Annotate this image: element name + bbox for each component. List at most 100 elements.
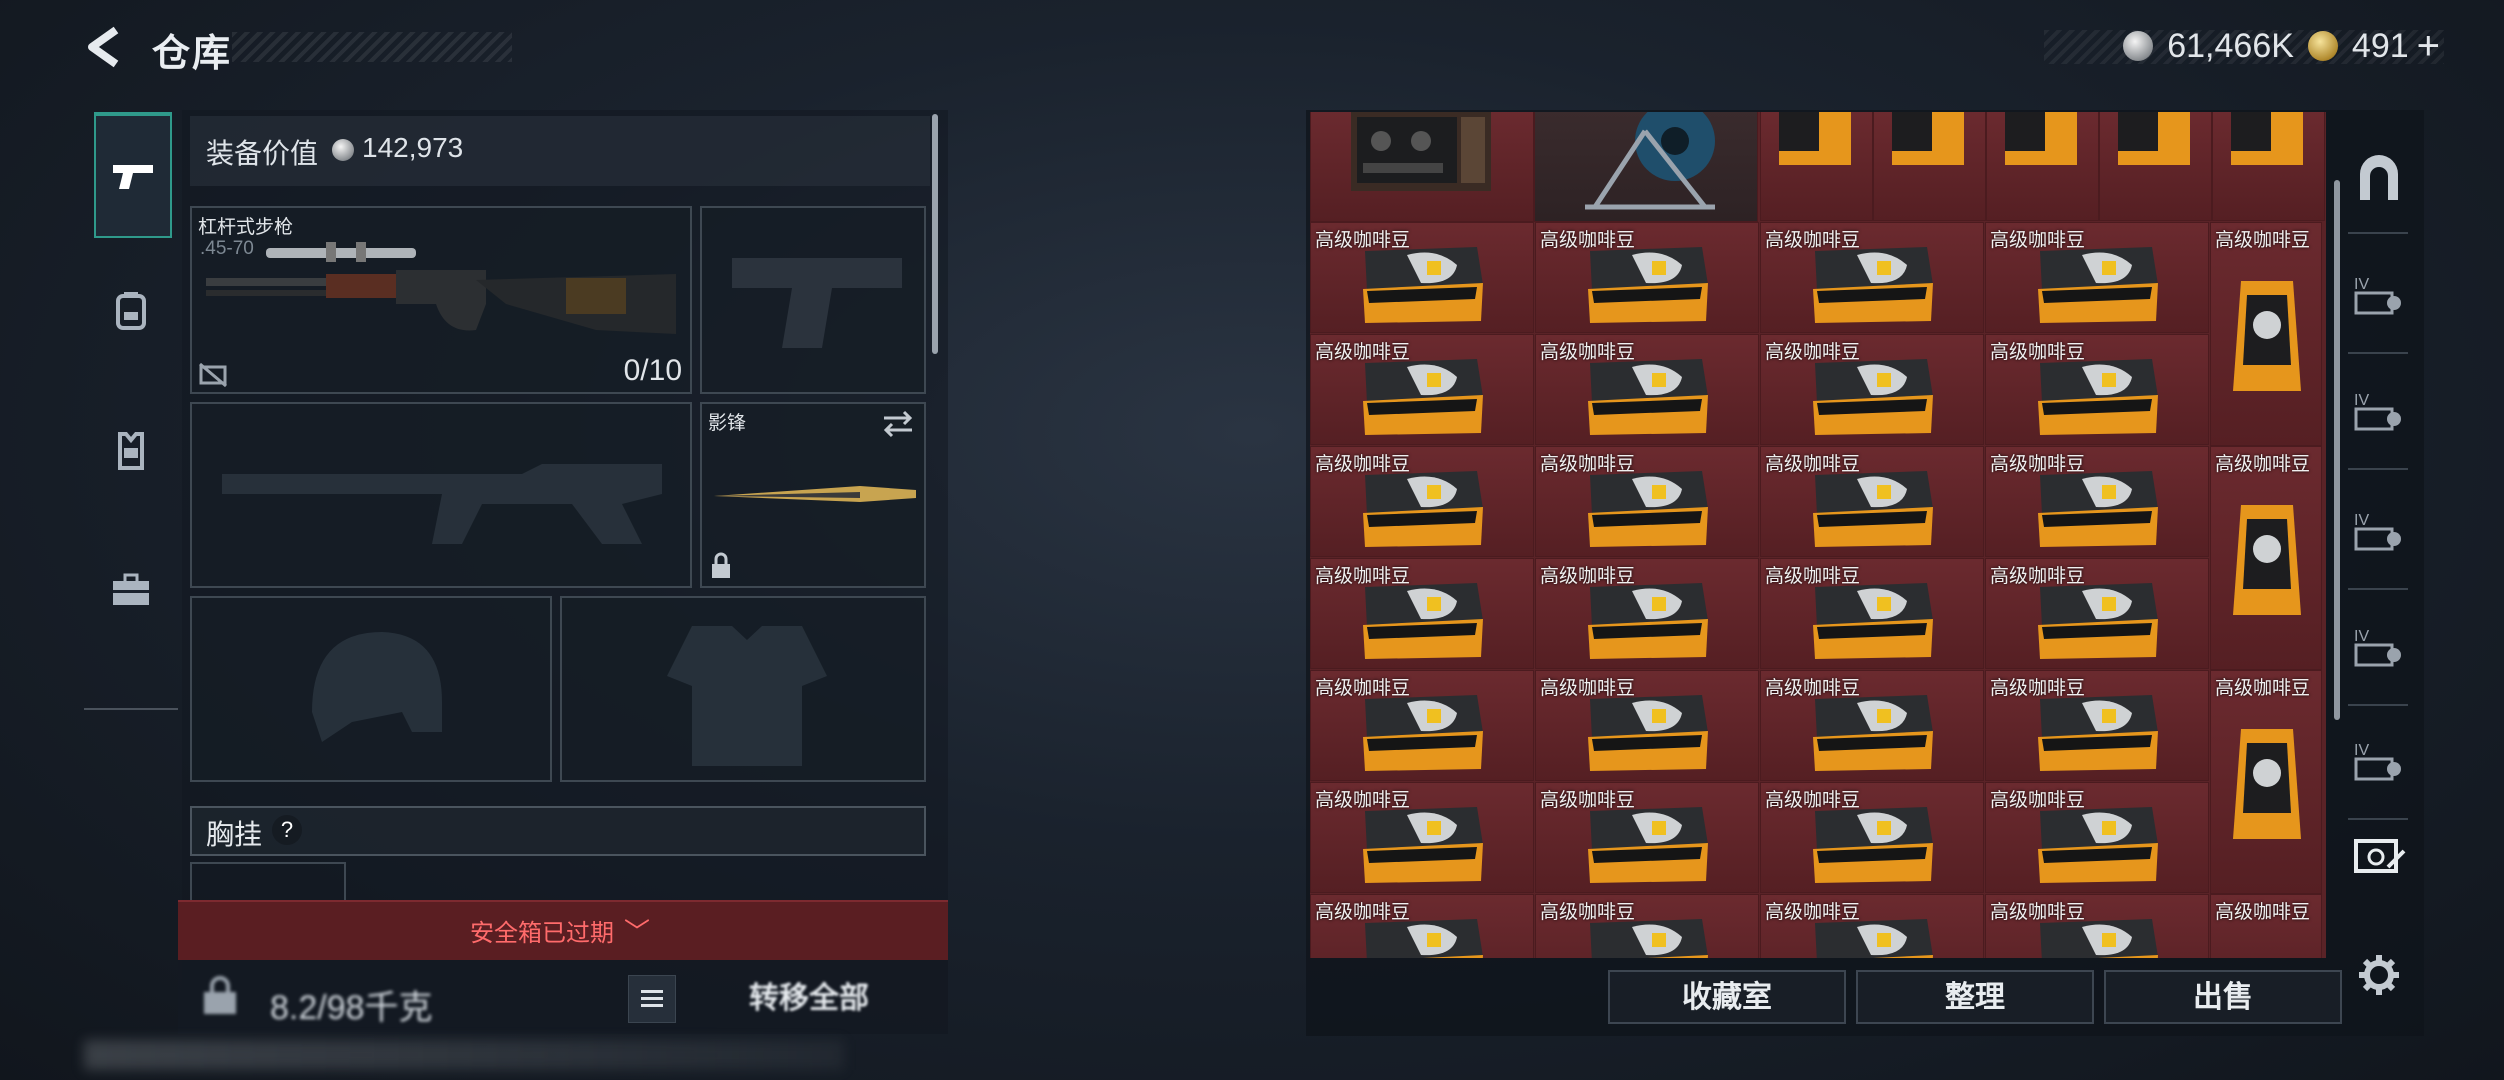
add-currency-button[interactable]: + — [2417, 24, 2440, 69]
grid-item-coffee-beans[interactable]: 高级咖啡豆 — [1310, 558, 1534, 669]
lock-icon — [712, 552, 730, 578]
coffee-bag-icon — [2038, 471, 2158, 547]
grid-item-coffee-beans[interactable]: 高级咖啡豆 — [1985, 894, 2209, 958]
coffee-bag-icon — [1588, 695, 1708, 771]
grid-item-coffee-beans[interactable]: 高级咖啡豆 — [1310, 894, 1534, 958]
svg-text:IV: IV — [2354, 512, 2369, 529]
equipment-value-label: 装备价值 — [206, 138, 319, 169]
grid-item-coffee-beans[interactable]: 高级咖啡豆 — [1985, 334, 2209, 445]
page-title: 仓库 — [152, 33, 233, 75]
grid-item-coffee-beans[interactable]: 高级咖啡豆 — [1310, 782, 1534, 893]
grid-item-coffee-beans[interactable]: 高级咖啡豆 — [1310, 222, 1534, 333]
sidearm-slot[interactable] — [700, 206, 926, 394]
svg-text:IV: IV — [2354, 276, 2369, 293]
nav-weapons[interactable] — [94, 112, 172, 238]
swap-icon[interactable] — [882, 410, 914, 438]
grid-item-coffee-beans[interactable]: 高级咖啡豆 — [1985, 558, 2209, 669]
nav-container-1[interactable]: IV — [2344, 240, 2414, 350]
back-arrow-icon[interactable] — [78, 22, 128, 72]
nav-divider — [84, 708, 178, 710]
grid-item-coffee-beans[interactable]: 高级咖啡豆 — [1310, 446, 1534, 557]
melee-slot[interactable]: 影锋 — [700, 402, 926, 588]
grid-item-coffee-beans[interactable]: 高级咖啡豆 — [1310, 334, 1534, 445]
grid-item-coffee-beans[interactable]: 高级咖啡豆 — [1535, 334, 1759, 445]
grid-item-coffee-beans[interactable]: 高级咖啡豆 — [1760, 558, 1984, 669]
chest-rig-help-button[interactable]: ? — [272, 815, 302, 845]
coffee-bag-icon — [2038, 359, 2158, 435]
coffee-bag-icon — [1590, 919, 1708, 958]
grid-item-coffee-beans[interactable]: 高级咖啡豆 — [1985, 670, 2209, 781]
coffee-bag-icon — [1813, 807, 1933, 883]
left-nav — [84, 110, 178, 710]
grid-item-coffee-beans[interactable]: 高级咖啡豆 — [1985, 782, 2209, 893]
grid-item-coffee-small[interactable] — [1873, 112, 1986, 221]
list-view-button[interactable] — [628, 975, 676, 1023]
grid-item-coffee-beans[interactable]: 高级咖啡豆 — [1535, 782, 1759, 893]
grid-item-coffee-beans-tall[interactable]: 高级咖啡豆 — [2210, 670, 2322, 894]
grid-item-radio[interactable] — [1310, 112, 1534, 222]
nav-container-3[interactable]: IV — [2344, 476, 2414, 586]
collection-room-button[interactable]: 收藏室 — [1608, 970, 1846, 1024]
nav-divider — [2348, 232, 2408, 234]
grid-item-coffee-beans[interactable]: 高级咖啡豆 — [1760, 446, 1984, 557]
nav-container-edit[interactable] — [2344, 800, 2414, 910]
grid-item-coffee-beans[interactable]: 高级咖啡豆 — [1760, 222, 1984, 333]
grid-item-coffee-small[interactable] — [1760, 112, 1873, 221]
ammo-count: 0/10 — [623, 354, 682, 387]
grid-item-coffee-beans[interactable]: 高级咖啡豆 — [1535, 670, 1759, 781]
grid-item-coffee-beans[interactable]: 高级咖啡豆 — [1535, 222, 1759, 333]
silver-coin-icon — [332, 139, 354, 161]
nav-container-5[interactable]: IV — [2344, 706, 2414, 816]
silver-amount: 61,466K — [2167, 26, 2294, 65]
coffee-bag-icon — [1892, 112, 1964, 165]
grid-item-coffee-beans-tall[interactable]: 高级咖啡豆 — [2210, 446, 2322, 670]
nav-container-4[interactable]: IV — [2344, 592, 2414, 702]
organize-button[interactable]: 整理 — [1856, 970, 2094, 1024]
coffee-bag-icon — [1588, 807, 1708, 883]
item-name: 高级咖啡豆 — [2215, 454, 2311, 475]
grid-item-coffee-beans-tall[interactable]: 高级咖啡豆 — [2210, 894, 2322, 958]
grid-item-coffee-beans[interactable]: 高级咖啡豆 — [1760, 894, 1984, 958]
weight-capacity: 8.2/98千克 — [270, 989, 433, 1027]
melee-name: 影锋 — [708, 413, 747, 434]
container-iv-icon: IV — [2354, 742, 2401, 781]
storage-arch-icon — [2360, 155, 2398, 200]
grid-item-coffee-small[interactable] — [2212, 112, 2325, 221]
grid-item-coffee-beans[interactable]: 高级咖啡豆 — [1535, 894, 1759, 958]
equipment-scrollbar[interactable] — [932, 114, 938, 354]
coffee-bag-icon — [1588, 359, 1708, 435]
transfer-all-button[interactable]: 转移全部 — [690, 968, 928, 1030]
grid-item-coffee-small[interactable] — [1986, 112, 2099, 221]
nav-vest[interactable] — [94, 390, 168, 510]
grid-item-coffee-beans[interactable]: 高级咖啡豆 — [1760, 334, 1984, 445]
grid-item-cable-reel[interactable] — [1534, 112, 1758, 222]
secondary-weapon-slot[interactable] — [190, 402, 692, 588]
armor-slot[interactable] — [560, 596, 926, 782]
nav-container-2[interactable]: IV — [2344, 356, 2414, 466]
grid-item-coffee-beans-tall[interactable]: 高级咖啡豆 — [2210, 222, 2322, 446]
coffee-bag-icon — [1779, 112, 1851, 165]
coffee-bag-icon — [2038, 247, 2158, 323]
grid-item-coffee-beans[interactable]: 高级咖啡豆 — [1985, 222, 2209, 333]
grid-item-coffee-beans[interactable]: 高级咖啡豆 — [1985, 446, 2209, 557]
primary-weapon-slot[interactable]: 杠杆式步枪 .45-70 0/10 — [190, 206, 692, 394]
coffee-bag-icon — [1365, 919, 1483, 958]
nav-briefcase[interactable] — [94, 530, 168, 650]
grid-item-coffee-beans[interactable]: 高级咖啡豆 — [1535, 446, 1759, 557]
settings-button[interactable] — [2344, 920, 2414, 1030]
coffee-bag-icon — [2038, 807, 2158, 883]
sell-button[interactable]: 出售 — [2104, 970, 2342, 1024]
coffee-bag-icon — [1813, 471, 1933, 547]
coffee-bag-icon — [2233, 281, 2301, 391]
grid-item-coffee-beans[interactable]: 高级咖啡豆 — [1535, 558, 1759, 669]
warehouse-scrollbar[interactable] — [2334, 180, 2340, 720]
grid-item-coffee-beans[interactable]: 高级咖啡豆 — [1310, 670, 1534, 781]
nav-backpack[interactable] — [94, 250, 168, 370]
nav-storage[interactable] — [2344, 124, 2414, 234]
coffee-bag-icon — [1588, 247, 1708, 323]
grid-item-coffee-beans[interactable]: 高级咖啡豆 — [1760, 782, 1984, 893]
grid-item-coffee-beans[interactable]: 高级咖啡豆 — [1760, 670, 1984, 781]
grid-item-coffee-small[interactable] — [2099, 112, 2212, 221]
container-iv-icon: IV — [2354, 392, 2401, 431]
helmet-slot[interactable] — [190, 596, 552, 782]
